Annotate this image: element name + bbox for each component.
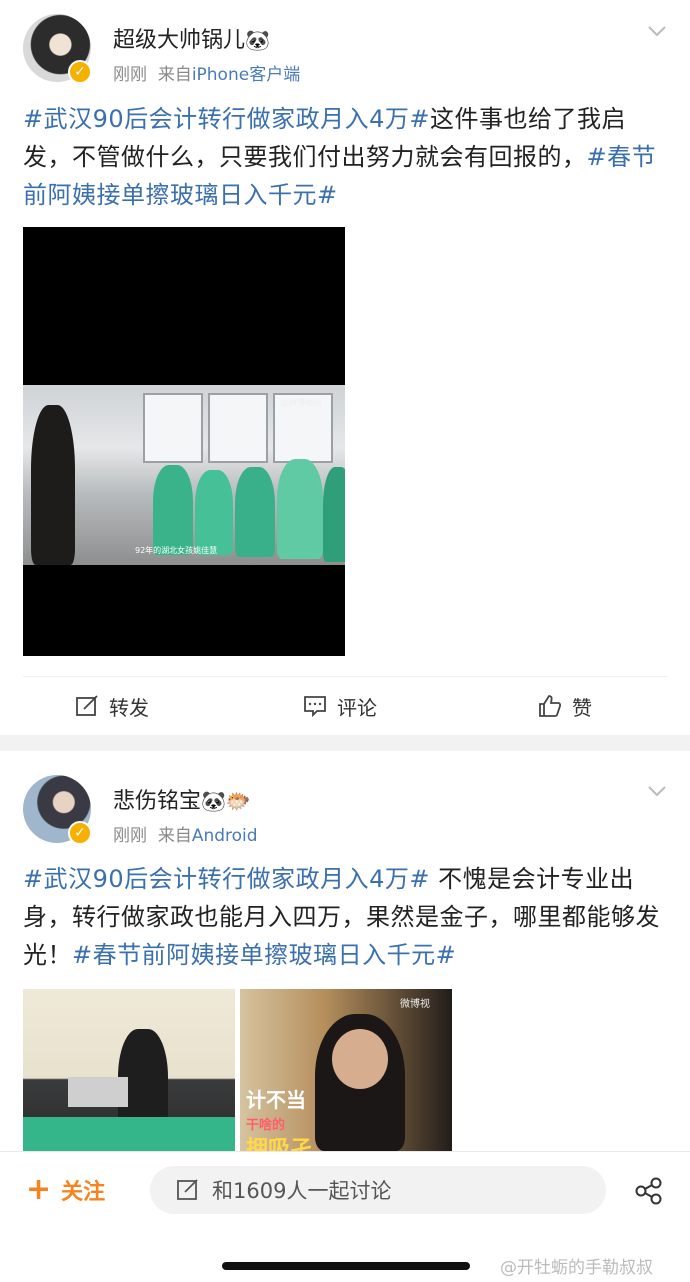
post-source[interactable]: iPhone客户端 (192, 65, 300, 85)
post-divider (0, 735, 690, 751)
source-prefix: 来自 (157, 65, 192, 85)
comment-icon (304, 696, 326, 718)
username-text[interactable]: 悲伤铭宝 (113, 789, 201, 814)
verified-badge-icon: ✓ (68, 821, 92, 845)
username-text[interactable]: 超级大帅锅儿 (113, 28, 245, 53)
plus-icon: + (26, 1172, 52, 1207)
username[interactable]: 悲伤铭宝🐼🐡 (113, 783, 251, 815)
video-frame: @微博视频 92年的湖北女孩姚佳慧 (23, 385, 345, 565)
image-watermark: 微博视 (400, 999, 430, 1010)
attendee-figure (195, 470, 233, 555)
post-source[interactable]: Android (192, 826, 258, 846)
attendee-figure (153, 465, 193, 555)
post-time: 刚刚 (113, 65, 147, 85)
repost-icon (76, 695, 98, 716)
home-indicator[interactable] (222, 1262, 470, 1270)
laptop-image (68, 1077, 128, 1107)
discuss-placeholder: 和1609人一起讨论 (212, 1179, 392, 1203)
source-prefix: 来自 (157, 826, 192, 846)
post-content: #武汉90后会计转行做家政月入4万#这件事也给了我启发，不管做什么，只要我们付出… (23, 100, 673, 214)
window-image (143, 393, 203, 463)
attendee-figure (277, 459, 323, 559)
repost-button[interactable]: 转发 (75, 689, 149, 723)
hashtag-link[interactable]: #武汉90后会计转行做家政月入4万# (23, 865, 430, 893)
hashtag-link[interactable]: #武汉90后会计转行做家政月入4万# (23, 105, 430, 133)
post-meta: 刚刚 来自iPhone客户端 (113, 60, 300, 85)
bottom-toolbar: + 关注 和1609人一起讨论 @开牡蛎的手勒叔叔 (0, 1151, 690, 1282)
watermark-text: @开牡蛎的手勒叔叔 (500, 1258, 653, 1278)
follow-label: 关注 (61, 1180, 106, 1205)
video-watermark: @微博视频 (281, 398, 321, 407)
verified-badge-icon: ✓ (68, 60, 92, 84)
window-image (208, 393, 268, 463)
overlay-caption: 计不当 (246, 1088, 306, 1112)
post-image-thumbnail[interactable]: 计不当 干啥的 拥吸孑 微博视 (240, 989, 452, 1151)
comment-button[interactable]: 评论 (303, 689, 377, 723)
presenter-figure (31, 405, 75, 565)
post-time: 刚刚 (113, 826, 147, 846)
chevron-down-icon[interactable] (646, 780, 668, 802)
panda-badge-icon: 🐼🐡 (201, 789, 251, 813)
thumbs-up-icon (539, 695, 562, 717)
share-icon[interactable] (634, 1176, 664, 1206)
like-label: 赞 (572, 695, 592, 720)
attendee-figure (235, 467, 275, 557)
attendee-figure (323, 467, 345, 562)
like-button[interactable]: 赞 (538, 689, 592, 723)
green-uniform-image (23, 1117, 235, 1151)
chevron-down-icon[interactable] (646, 20, 668, 42)
action-bar: 转发 评论 赞 (23, 676, 668, 734)
post-content: #武汉90后会计转行做家政月入4万# 不愧是会计专业出身，转行做家政也能月入四万… (23, 860, 673, 974)
video-caption: 92年的湖北女孩姚佳慧 (135, 546, 218, 555)
face-image (332, 1029, 388, 1089)
hashtag-link[interactable]: #春节前阿姨接单擦玻璃日入千元# (72, 941, 456, 969)
edit-icon (177, 1179, 198, 1200)
weibo-post-1: ✓ 超级大帅锅儿🐼 刚刚 来自iPhone客户端 #武汉90后会计转行做家政月入… (0, 0, 690, 735)
post-image-thumbnail[interactable] (23, 989, 235, 1151)
video-player[interactable]: @微博视频 92年的湖北女孩姚佳慧 (23, 227, 345, 656)
post-meta: 刚刚 来自Android (113, 821, 258, 846)
follow-button[interactable]: + 关注 (26, 1174, 105, 1206)
overlay-caption: 拥吸孑 (246, 1137, 313, 1151)
repost-label: 转发 (109, 695, 149, 720)
comment-label: 评论 (337, 695, 377, 720)
panda-badge-icon: 🐼 (245, 28, 270, 52)
discuss-input[interactable]: 和1609人一起讨论 (150, 1166, 606, 1214)
username[interactable]: 超级大帅锅儿🐼 (113, 22, 270, 54)
